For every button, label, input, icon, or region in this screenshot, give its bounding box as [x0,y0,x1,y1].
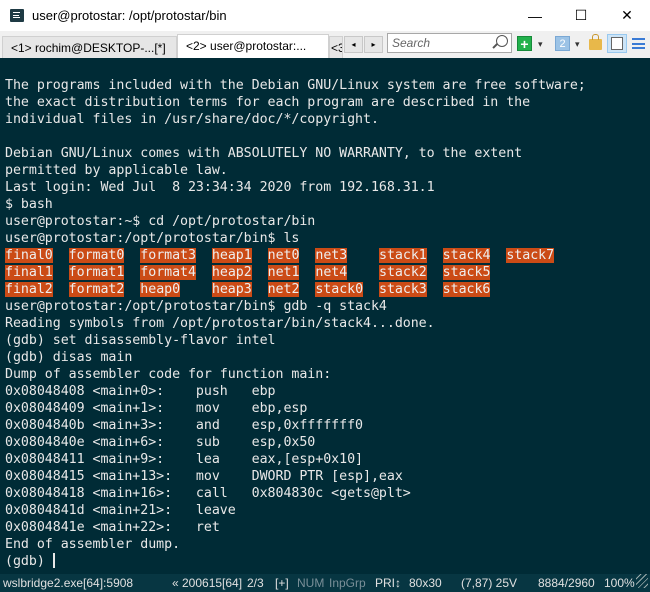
ls-entry: stack2 [379,265,427,280]
terminal-line: Dump of assembler code for function main… [5,367,332,382]
ls-entry: stack1 [379,248,427,263]
ls-row: final1 format1 format4 heap2 net1 net4 s… [5,264,586,281]
ls-entry: net1 [267,265,300,280]
terminal-line: individual files in /usr/share/doc/*/cop… [5,112,379,127]
lock-icon[interactable] [589,34,602,50]
ls-entry: format1 [68,265,125,280]
gdb-prompt-line: (gdb) [5,553,55,569]
split-pane-icon[interactable] [607,34,627,53]
terminal-line: $ bash [5,197,53,212]
app-icon [10,9,24,22]
ls-row: final2 format2 heap0 heap3 net2 stack0 s… [5,281,586,298]
ls-row: final0 format0 format3 heap1 net0 net3 s… [5,247,586,264]
status-priority: PRI↕ [375,576,402,590]
toolbar: <1> rochim@DESKTOP-...[*] <2> user@proto… [0,31,650,58]
console-dropdown-icon[interactable]: ▾ [575,39,580,50]
status-process: wslbridge2.exe[64]:5908 [3,576,134,590]
terminal-line: (gdb) set disassembly-flavor intel [5,333,276,348]
terminal-line: 0x0804840e <main+6>: sub esp,0x50 [5,435,316,450]
search-icon[interactable] [496,35,508,47]
terminal-line: 0x08048418 <main+16>: call 0x804830c <ge… [5,486,411,501]
ls-entry: stack4 [442,248,491,263]
terminal-line: 0x08048408 <main+0>: push ebp [5,384,276,399]
terminal-line: user@protostar:~$ cd /opt/protostar/bin [5,214,316,229]
resize-grip[interactable] [636,574,648,588]
maximize-button[interactable]: ☐ [558,0,604,31]
text-cursor [52,553,55,568]
terminal-line: 0x08048409 <main+1>: mov ebp,esp [5,401,308,416]
terminal-output: The programs included with the Debian GN… [5,77,586,570]
ls-entry: stack3 [379,282,427,297]
title-bar: user@protostar: /opt/protostar/bin — ☐ ✕ [0,0,650,31]
tab-1[interactable]: <1> rochim@DESKTOP-...[*] [2,36,177,58]
search-box[interactable] [387,33,512,53]
new-console-dropdown-icon[interactable]: ▾ [538,39,543,50]
console-number-icon[interactable]: 2 [555,36,570,51]
status-console-index: 2/3 [247,576,264,590]
tab-2[interactable]: <2> user@protostar:... [177,34,329,58]
terminal-line: 0x08048411 <main+9>: lea eax,[esp+0x10] [5,452,363,467]
ls-entry: stack0 [315,282,364,297]
terminal-line: The programs included with the Debian GN… [5,78,586,93]
tab-next-button[interactable]: ▸ [364,36,383,53]
ls-entry: net2 [267,282,300,297]
terminal-line: Reading symbols from /opt/protostar/bin/… [5,316,435,331]
ls-entry: heap2 [211,265,252,280]
ls-entry: final2 [5,282,53,297]
ls-entry: format0 [68,248,125,263]
terminal-line: user@protostar:/opt/protostar/bin$ gdb -… [5,299,387,314]
ls-entry: heap3 [211,282,252,297]
ls-entry: net0 [267,248,300,263]
status-cursor-pos: (7,87) 25V [461,576,518,590]
minimize-button[interactable]: — [512,0,558,31]
status-num: NUM [297,576,325,590]
ls-entry: final1 [5,265,53,280]
ls-entry: net3 [315,248,348,263]
ls-entry: stack7 [506,248,555,263]
ls-entry: final0 [5,248,53,263]
status-inpgrp: InpGrp [329,576,366,590]
terminal-line: Last login: Wed Jul 8 23:34:34 2020 from… [5,180,435,195]
terminal-line: 0x0804841e <main+22>: ret [5,520,220,535]
status-zoom: 100% [604,576,635,590]
ls-entry: heap1 [211,248,252,263]
ls-entry: net4 [315,265,348,280]
status-plus: [+] [275,576,289,590]
terminal-area[interactable]: The programs included with the Debian GN… [0,58,650,574]
terminal-line: permitted by applicable law. [5,163,228,178]
search-input[interactable] [388,34,496,52]
terminal-line: 0x08048415 <main+13>: mov DWORD PTR [esp… [5,469,403,484]
hamburger-menu-icon[interactable] [632,38,645,49]
status-buffer: 8884/2960 [538,576,595,590]
status-bar: wslbridge2.exe[64]:5908 « 200615[64] 2/3… [0,574,650,592]
ls-entry: format4 [140,265,196,280]
terminal-line: the exact distribution terms for each pr… [5,95,531,110]
terminal-line: 0x0804841d <main+21>: leave [5,503,236,518]
tab-3[interactable]: <3 [329,36,343,58]
close-button[interactable]: ✕ [604,0,650,31]
window-title: user@protostar: /opt/protostar/bin [32,8,227,23]
status-size: 80x30 [409,576,442,590]
terminal-line: (gdb) disas main [5,350,133,365]
ls-entry: heap0 [140,282,181,297]
new-console-icon[interactable]: + [517,36,532,51]
tab-prev-button[interactable]: ◂ [344,36,363,53]
terminal-line: Debian GNU/Linux comes with ABSOLUTELY N… [5,146,523,161]
ls-entry: format2 [68,282,125,297]
ls-entry: format3 [140,248,196,263]
terminal-line: End of assembler dump. [5,537,181,552]
terminal-line: 0x0804840b <main+3>: and esp,0xfffffff0 [5,418,363,433]
terminal-line: user@protostar:/opt/protostar/bin$ ls [5,231,300,246]
status-server: « 200615[64] [172,576,243,590]
ls-entry: stack5 [442,265,491,280]
ls-entry: stack6 [442,282,491,297]
